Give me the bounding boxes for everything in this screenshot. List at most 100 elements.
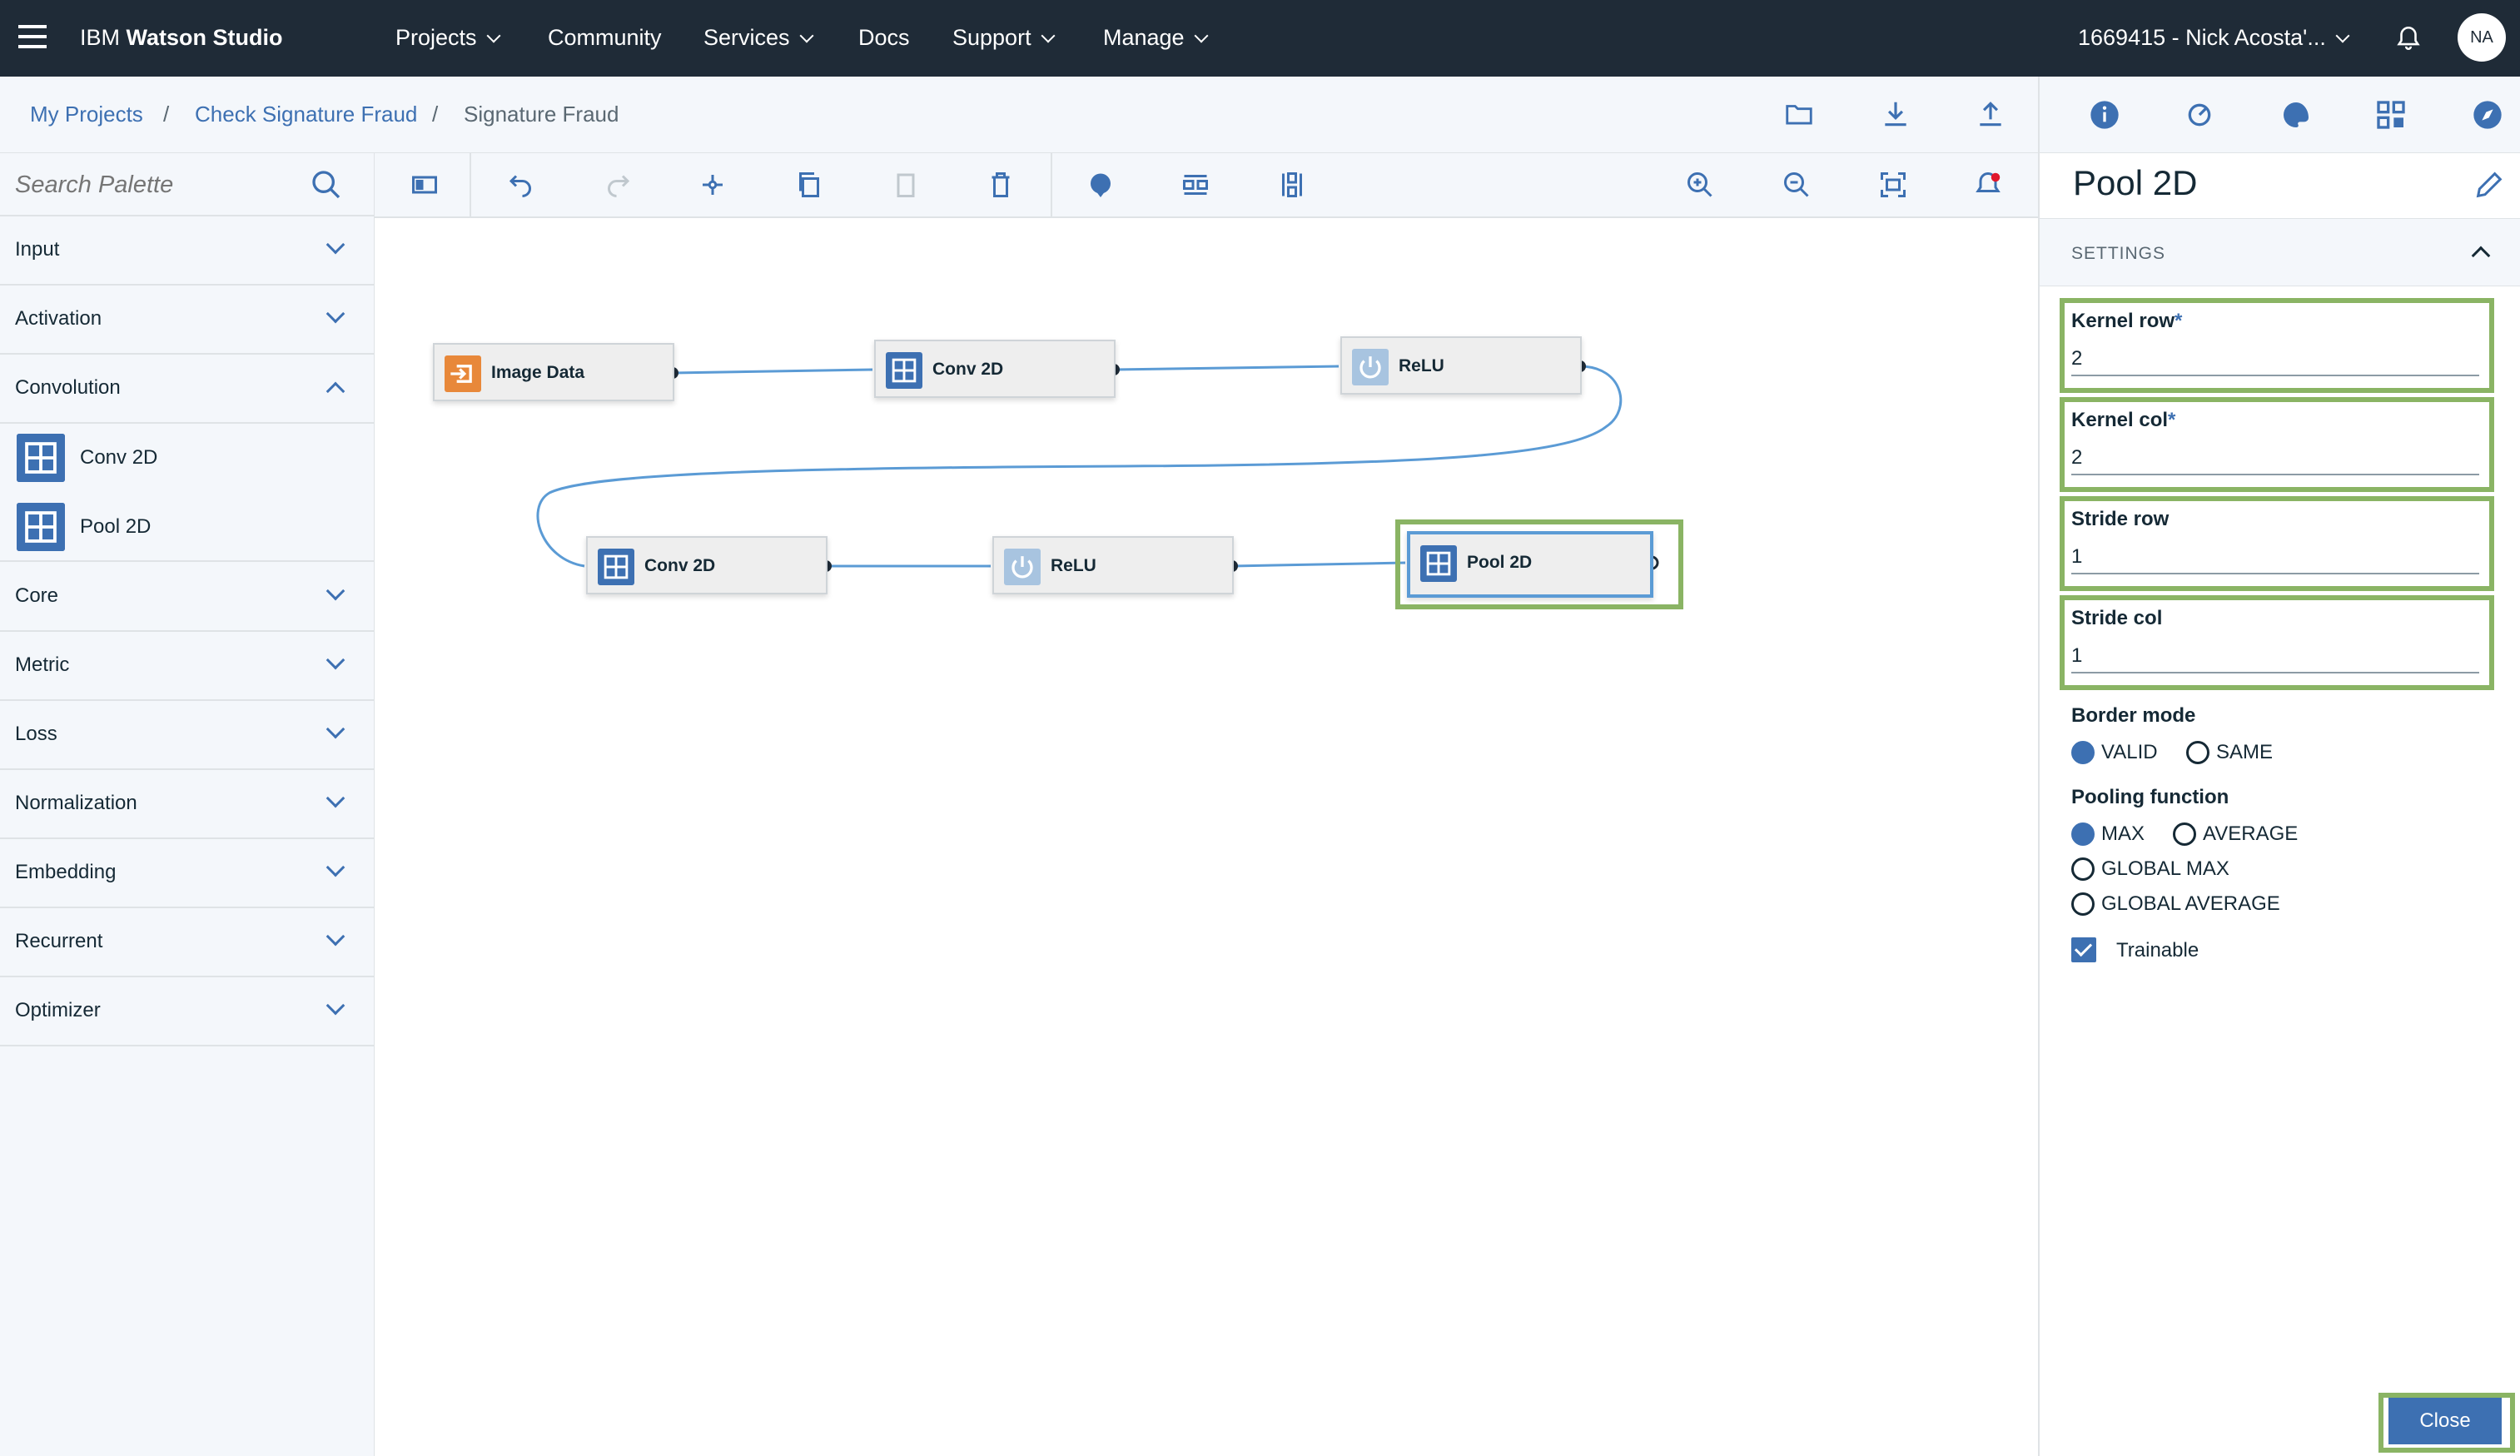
palette-sidebar: Input Activation Convolution Conv 2D Poo… [0, 153, 375, 1456]
grid-icon [598, 549, 634, 585]
edit-pencil-icon[interactable] [2473, 168, 2506, 201]
compass-icon[interactable] [2471, 98, 2504, 132]
trainable-label: Trainable [2116, 939, 2199, 962]
node-pool-2d[interactable]: Pool 2D [1407, 531, 1653, 598]
nav-community[interactable]: Community [548, 25, 662, 51]
notifications-bell-icon[interactable] [2394, 23, 2423, 53]
zoom-in-icon[interactable] [1685, 170, 1715, 200]
palette-category-optimizer[interactable]: Optimizer [0, 977, 375, 1046]
hamburger-menu-icon[interactable] [18, 25, 47, 50]
breadcrumb-check-signature-fraud[interactable]: Check Signature Fraud [195, 102, 417, 127]
palette-category-loss[interactable]: Loss [0, 701, 375, 770]
zoom-out-icon[interactable] [1782, 170, 1812, 200]
grid-layout-icon[interactable] [2374, 98, 2408, 132]
nav-services-label: Services [703, 25, 790, 50]
border-mode-valid-radio[interactable]: VALID [2071, 739, 2158, 766]
category-label: Convolution [15, 376, 121, 399]
chevron-down-icon [1041, 28, 1056, 43]
arrange-horizontal-icon[interactable] [1180, 170, 1210, 200]
kernel-col-input[interactable] [2071, 442, 2479, 475]
palette-category-convolution[interactable]: Convolution [0, 355, 375, 424]
cut-icon[interactable] [698, 170, 728, 200]
info-icon[interactable] [2088, 98, 2121, 132]
undo-icon[interactable] [506, 170, 536, 200]
required-marker: * [2175, 310, 2183, 332]
palette-category-embedding[interactable]: Embedding [0, 839, 375, 908]
nav-manage-label: Manage [1103, 25, 1185, 50]
fit-to-screen-icon[interactable] [1878, 170, 1908, 200]
close-button[interactable]: Close [2388, 1398, 2502, 1444]
palette-category-normalization[interactable]: Normalization [0, 770, 375, 839]
pooling-global-average-radio[interactable]: GLOBAL AVERAGE [2071, 891, 2280, 917]
palette-category-core[interactable]: Core [0, 563, 375, 632]
account-label: 1669415 - Nick Acosta'... [2078, 25, 2326, 50]
folder-icon[interactable] [1783, 98, 1815, 130]
redo-icon[interactable] [603, 170, 633, 200]
properties-panel: Pool 2D SETTINGS Kernel row* Kernel col*… [2038, 153, 2520, 1456]
avatar[interactable]: NA [2458, 13, 2506, 62]
pooling-max-radio[interactable]: MAX [2071, 821, 2145, 847]
palette-category-input[interactable]: Input [0, 216, 375, 286]
comment-icon[interactable] [1086, 170, 1116, 200]
node-image-data[interactable]: Image Data [433, 343, 674, 401]
palette-item-label: Conv 2D [80, 446, 158, 469]
arrange-vertical-icon[interactable] [1277, 170, 1307, 200]
kernel-row-label: Kernel row [2071, 310, 2175, 332]
chevron-down-icon [326, 788, 345, 808]
chevron-down-icon [326, 304, 345, 324]
nav-support[interactable]: Support [952, 25, 1056, 51]
node-label: Pool 2D [1467, 553, 1533, 572]
category-label: Optimizer [15, 999, 101, 1021]
toggle-palette-icon[interactable] [410, 170, 440, 200]
power-icon [1352, 349, 1389, 385]
palette-category-activation[interactable]: Activation [0, 286, 375, 355]
nav-docs[interactable]: Docs [858, 25, 910, 51]
toolbar-divider [1051, 153, 1052, 218]
settings-label: SETTINGS [2071, 244, 2166, 263]
node-relu[interactable]: ReLU [992, 536, 1234, 594]
stride-row-input[interactable] [2071, 541, 2479, 574]
nav-projects-label: Projects [395, 25, 477, 50]
notification-alert-icon[interactable] [1973, 170, 2003, 200]
power-icon [1004, 549, 1041, 585]
chevron-down-icon [799, 28, 814, 43]
search-input[interactable] [15, 168, 298, 201]
paste-icon[interactable] [891, 170, 921, 200]
input-icon [445, 355, 481, 392]
trainable-checkbox[interactable] [2071, 937, 2096, 962]
palette-category-recurrent[interactable]: Recurrent [0, 908, 375, 977]
pooling-average-radio[interactable]: AVERAGE [2173, 821, 2298, 847]
node-conv-2d[interactable]: Conv 2D [586, 536, 828, 594]
nav-projects[interactable]: Projects [395, 25, 501, 51]
breadcrumb-my-projects[interactable]: My Projects [30, 102, 143, 127]
hyperparameters-icon[interactable] [2183, 98, 2216, 132]
category-label: Recurrent [15, 930, 103, 952]
palette-item-label: Pool 2D [80, 515, 152, 538]
palette-search [0, 153, 375, 216]
kernel-row-input[interactable] [2071, 343, 2479, 376]
border-mode-same-radio[interactable]: SAME [2186, 739, 2273, 766]
kernel-col-label: Kernel col [2071, 409, 2169, 431]
node-label: ReLU [1399, 356, 1444, 375]
radio-label: GLOBAL AVERAGE [2101, 892, 2280, 915]
upload-icon[interactable] [1975, 98, 2006, 130]
pooling-global-max-radio[interactable]: GLOBAL MAX [2071, 856, 2229, 882]
palette-category-metric[interactable]: Metric [0, 632, 375, 701]
account-switcher[interactable]: 1669415 - Nick Acosta'... [2078, 25, 2350, 51]
delete-icon[interactable] [986, 170, 1016, 200]
palette-item-pool-2d[interactable]: Pool 2D [0, 493, 375, 562]
stride-col-input[interactable] [2071, 640, 2479, 673]
search-icon[interactable] [310, 168, 343, 201]
stride-row-field: Stride row [2071, 508, 2488, 574]
palette-icon[interactable] [2279, 98, 2313, 132]
nav-manage[interactable]: Manage [1103, 25, 1209, 51]
brand-logo[interactable]: IBM Watson Studio [80, 25, 283, 51]
download-icon[interactable] [1880, 98, 1911, 130]
nav-services[interactable]: Services [703, 25, 814, 51]
copy-icon[interactable] [794, 170, 824, 200]
flow-canvas[interactable]: Image Data Conv 2D ReLU Conv 2D ReLU Poo… [375, 218, 2038, 1456]
node-relu[interactable]: ReLU [1340, 336, 1582, 395]
palette-item-conv-2d[interactable]: Conv 2D [0, 424, 375, 493]
settings-section-header[interactable]: SETTINGS [2040, 218, 2520, 286]
node-conv-2d[interactable]: Conv 2D [874, 340, 1116, 398]
